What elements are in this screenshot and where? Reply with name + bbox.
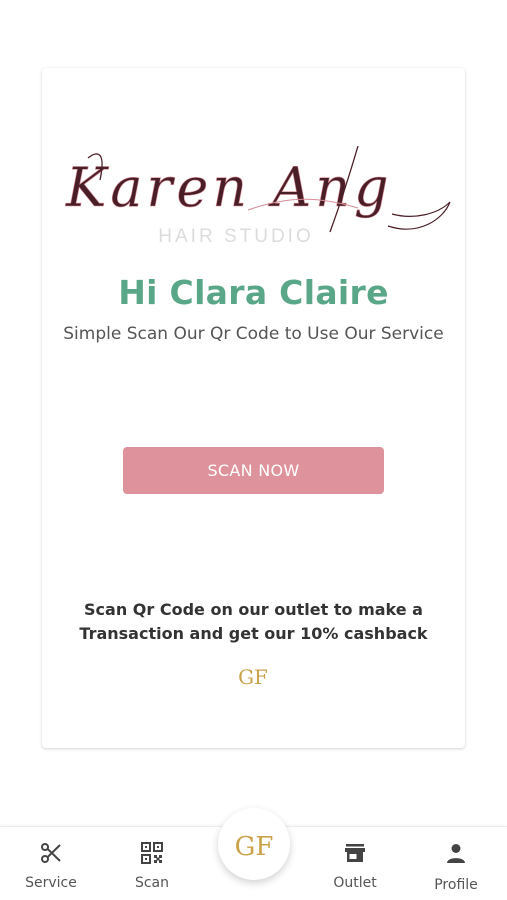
scan-now-button[interactable]: SCAN NOW [123,447,384,494]
nav-item-profile[interactable]: Profile [411,827,501,900]
center-home-button[interactable]: GF [218,808,290,880]
qr-code-icon [141,842,163,864]
svg-text:GF: GF [235,832,274,862]
cashback-info-line-2: Transaction and get our 10% cashback [79,624,428,643]
person-icon [447,844,465,863]
store-icon [345,844,365,862]
nav-label-service: Service [25,875,77,891]
nav-item-scan[interactable]: Scan [107,827,197,900]
karen-ang-hair-studio-logo: Karen Ang HAIR STUDIO [65,145,451,247]
scan-instruction-subtitle: Simple Scan Our Qr Code to Use Our Servi… [63,324,444,344]
nav-label-outlet: Outlet [333,875,377,891]
app-screen: Karen Ang HAIR STUDIO Hi Clara Claire Si… [0,0,507,900]
logo-script-text: Karen Ang [65,156,393,219]
cashback-info: Scan Qr Code on our outlet to make a Tra… [42,598,465,646]
welcome-card: Karen Ang HAIR STUDIO Hi Clara Claire Si… [42,68,465,748]
gf-logo-icon: GF [235,832,274,862]
svg-text:GF: GF [238,665,268,689]
gf-partner-logo: GF [238,665,268,689]
nav-label-profile: Profile [434,877,478,893]
scissors-icon [41,843,61,863]
cashback-info-line-1: Scan Qr Code on our outlet to make a [84,600,423,619]
nav-item-service[interactable]: Service [6,827,96,900]
greeting-heading: Hi Clara Claire [118,273,389,312]
nav-label-scan: Scan [134,875,170,891]
logo-studio-text: HAIR STUDIO [158,226,313,247]
nav-item-outlet[interactable]: Outlet [310,827,400,900]
